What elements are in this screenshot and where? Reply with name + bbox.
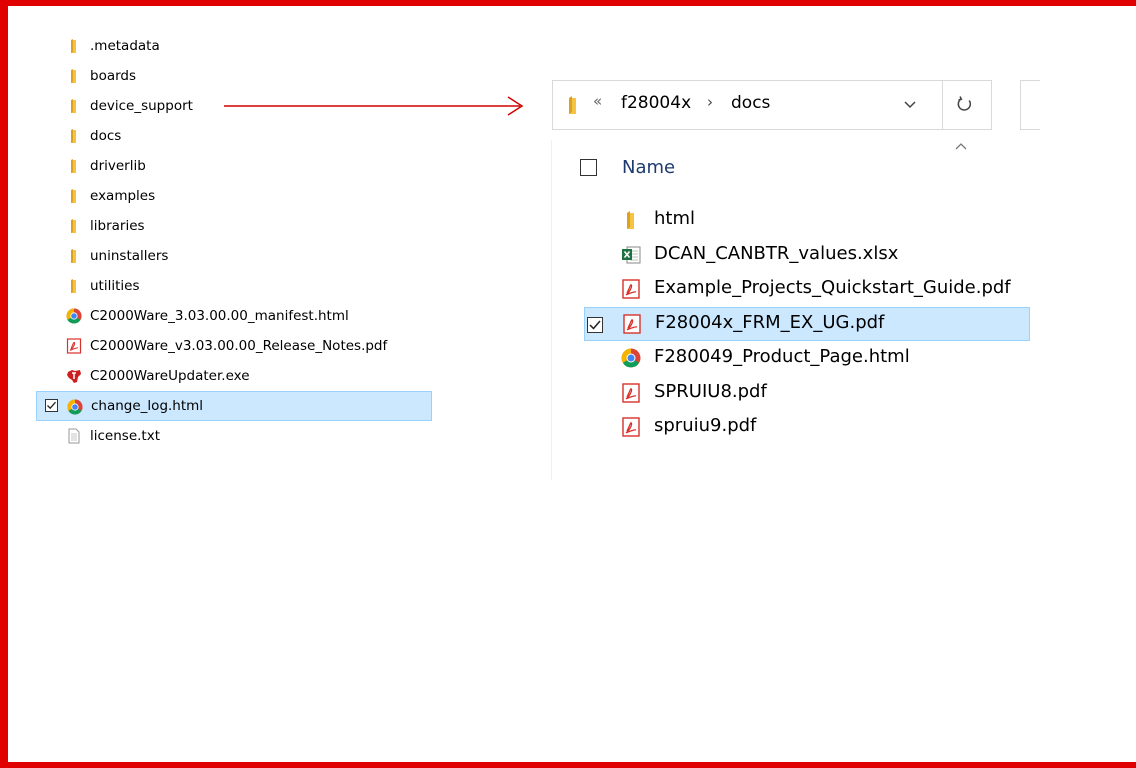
ti-logo-icon [67,370,81,383]
file-row-driverlib[interactable]: driverlib [36,151,432,181]
pdf-icon [66,338,82,354]
file-name: boards [90,68,137,84]
file-name: utilities [90,278,140,294]
file-row-libraries[interactable]: libraries [36,211,432,241]
file-name: C2000Ware_3.03.00.00_manifest.html [90,308,349,324]
breadcrumb-f28004x[interactable]: f28004x [621,93,691,113]
checkbox-checked[interactable] [45,399,58,412]
folder-icon [71,39,76,53]
folder-icon [71,159,76,173]
overflow-chevron[interactable]: « [593,92,602,110]
folder-icon [71,189,76,203]
checkbox-checked[interactable] [587,316,603,333]
pane-divider [551,140,552,480]
address-bar[interactable]: « f28004x › docs [552,80,992,130]
file-name: libraries [90,218,145,234]
chrome-icon [67,399,83,415]
file-name: .metadata [90,38,160,54]
file-row-release-notes-pdf[interactable]: C2000Ware_v3.03.00.00_Release_Notes.pdf [36,331,432,361]
file-row-spruiu9-pdf[interactable]: spruiu9.pdf [584,410,1030,445]
search-box[interactable] [1020,80,1040,130]
folder-icon [71,249,76,263]
file-row-uninstallers[interactable]: uninstallers [36,241,432,271]
file-name: driverlib [90,158,146,174]
file-row-metadata[interactable]: .metadata [36,31,432,61]
file-name: Example_Projects_Quickstart_Guide.pdf [654,277,1011,298]
file-row-updater-exe[interactable]: C2000WareUpdater.exe [36,361,432,391]
text-file-icon [68,428,80,444]
file-name: docs [90,128,122,144]
folder-icon [71,69,76,83]
file-row-product-page-html[interactable]: F280049_Product_Page.html [584,341,1030,376]
file-name: F280049_Product_Page.html [654,346,910,367]
sort-ascending-icon[interactable] [955,142,967,150]
file-name: device_support [90,98,193,114]
chrome-icon [621,348,641,368]
excel-icon [622,246,641,263]
file-name: spruiu9.pdf [654,415,757,436]
folder-icon [569,96,576,114]
select-all-checkbox[interactable] [580,159,597,176]
file-name: change_log.html [91,398,204,414]
pdf-icon [623,313,641,334]
folder-icon [71,129,76,143]
column-header-name[interactable]: Name [622,157,675,178]
file-row-examples[interactable]: examples [36,181,432,211]
annotation-arrow [224,96,524,116]
pdf-icon [622,382,640,403]
pdf-icon [622,417,640,437]
file-name: C2000WareUpdater.exe [90,368,250,384]
file-row-utilities[interactable]: utilities [36,271,432,301]
chevron-down-icon[interactable] [904,101,916,109]
file-name: C2000Ware_v3.03.00.00_Release_Notes.pdf [90,338,388,354]
address-divider [942,81,943,129]
folder-icon [71,99,76,113]
file-name: SPRUIU8.pdf [654,380,767,402]
file-row-boards[interactable]: boards [36,61,432,91]
file-row-manifest-html[interactable]: C2000Ware_3.03.00.00_manifest.html [36,301,432,331]
breadcrumb-docs[interactable]: docs [731,93,770,113]
file-name: examples [90,188,156,204]
file-name: F28004x_FRM_EX_UG.pdf [655,311,885,333]
refresh-icon[interactable] [955,94,975,114]
file-name: html [654,208,696,229]
file-row-change-log-html[interactable]: change_log.html [36,391,432,421]
file-row-docs[interactable]: docs [36,121,432,151]
folder-icon [627,211,634,229]
file-row-html[interactable]: html [584,203,1030,238]
file-row-license-txt[interactable]: license.txt [36,421,432,451]
breadcrumb-separator[interactable]: › [707,93,713,111]
file-row-spruiu8-pdf[interactable]: SPRUIU8.pdf [584,376,1030,411]
file-name: uninstallers [90,248,169,264]
folder-icon [71,219,76,233]
file-name: license.txt [90,428,160,444]
file-name: DCAN_CANBTR_values.xlsx [654,242,899,264]
chrome-icon [66,308,82,324]
file-row-dcan-xlsx[interactable]: DCAN_CANBTR_values.xlsx [584,238,1030,273]
folder-icon [71,279,76,293]
pdf-icon [622,279,640,299]
file-row-f28004x-frm-pdf[interactable]: F28004x_FRM_EX_UG.pdf [584,306,1030,341]
file-row-quickstart-pdf[interactable]: Example_Projects_Quickstart_Guide.pdf [584,272,1030,307]
explorer-file-list: html DCAN_CANBTR_values.xlsx Example_Pro… [584,203,1030,445]
